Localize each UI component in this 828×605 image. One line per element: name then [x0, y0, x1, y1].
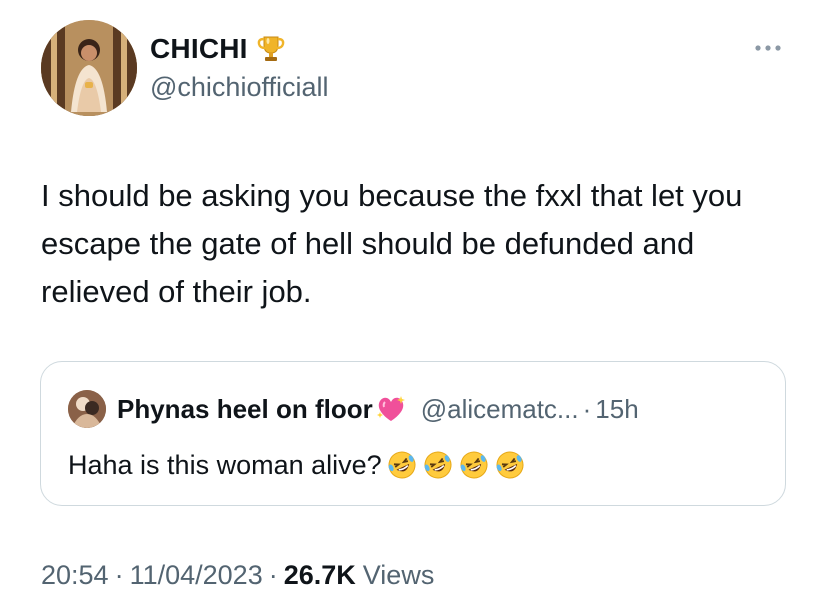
tweet-text: I should be asking you because the fxxl …	[41, 178, 752, 309]
views-count: 26.7K	[283, 559, 356, 590]
quoted-author-handle: @alicematc...	[420, 393, 579, 424]
quoted-separator: ·	[582, 393, 592, 424]
quoted-timestamp[interactable]: 15h	[595, 394, 638, 425]
tweet-date[interactable]: 11/04/2023	[130, 560, 263, 591]
quoted-tweet-text: Haha is this woman alive?	[68, 449, 382, 480]
more-options-icon[interactable]	[750, 36, 786, 60]
author-display-name[interactable]: CHICHI	[150, 33, 248, 65]
views-link[interactable]: 26.7K Views	[284, 560, 435, 591]
trophy-icon	[256, 34, 286, 64]
author-handle[interactable]: @chichiofficiall	[150, 72, 328, 103]
quoted-tweet-body: Haha is this woman alive?	[68, 447, 526, 483]
tweet-time[interactable]: 20:54	[41, 560, 109, 591]
quoted-tweet-header: Phynas heel on floor @alicematc... · 15h	[68, 390, 639, 428]
quoted-author-avatar	[68, 390, 106, 428]
author-avatar[interactable]	[41, 20, 137, 116]
author-name-row: CHICHI	[150, 31, 286, 67]
views-label: Views	[362, 559, 435, 590]
meta-separator: ·	[114, 559, 124, 590]
rolling-laughing-icon	[386, 449, 418, 481]
tweet-meta: 20:54 · 11/04/2023 · 26.7K Views	[41, 558, 434, 592]
quoted-tweet-card[interactable]: Phynas heel on floor @alicematc... · 15h…	[40, 361, 786, 506]
meta-separator: ·	[268, 559, 278, 590]
rolling-laughing-icon	[422, 449, 454, 481]
quoted-author-name: Phynas heel on floor	[117, 393, 373, 424]
rolling-laughing-icon	[458, 449, 490, 481]
sparkling-heart-icon	[375, 394, 407, 424]
rolling-laughing-icon	[494, 449, 526, 481]
